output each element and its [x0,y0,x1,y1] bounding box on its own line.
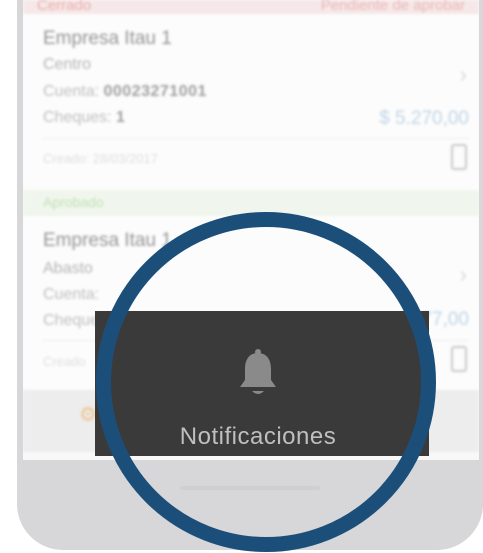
company-name: Empresa Itau 1 [43,230,172,251]
company-name: Empresa Itau 1 [43,28,172,49]
status-pendiente-label: Pendiente de aprobar [320,0,465,14]
chevron-right-icon: › [459,62,467,87]
divider [43,138,469,139]
status-cerrado-label: Cerrado [37,0,92,14]
branch-name: Abasto [43,260,93,277]
status-strip: Cerrado Pendiente de aprobar [23,0,479,14]
amount-value: $ 5.270,00 [379,108,469,129]
branch-name: Centro [43,56,92,73]
list-item[interactable]: Empresa Itau 1 Centro Cuenta: 0002327100… [23,14,479,190]
phone-device-icon [451,144,467,170]
account-number: 00023271001 [103,83,207,100]
cheques-line: Cheques: 1 [43,109,125,127]
cheques-label: Cheques: [43,109,112,126]
section-label: Aprobado [43,194,104,210]
account-label: Cuenta: [43,83,100,100]
magnifier-ring [96,212,436,552]
cheques-count: 1 [115,109,126,126]
account-label: Cuenta: [43,286,100,303]
created-date: Creado: 28/03/2017 [43,151,158,166]
phone-device-icon [451,346,467,372]
chevron-right-icon: › [459,262,467,287]
created-date: Creado [43,354,86,369]
account-line: Cuenta: 00023271001 [43,83,207,101]
